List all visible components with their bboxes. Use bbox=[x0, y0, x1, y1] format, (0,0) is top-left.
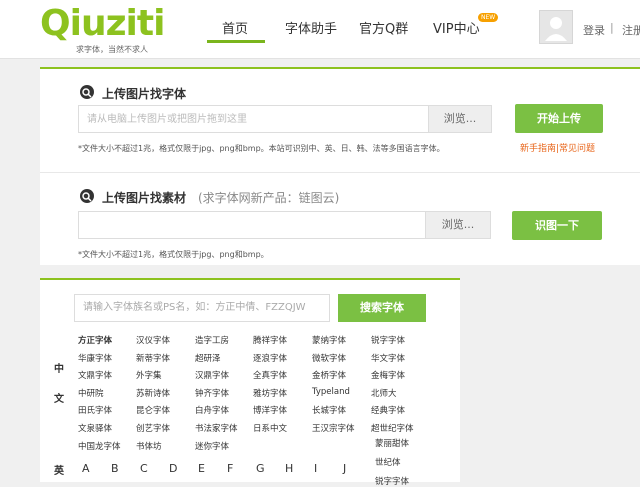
material-image-input[interactable] bbox=[78, 211, 428, 239]
font-category-link[interactable]: 华文字体 bbox=[371, 352, 405, 364]
font-category-link[interactable]: 书法家字体 bbox=[195, 422, 238, 434]
help-links[interactable]: 新手指南|常见问题 bbox=[520, 141, 595, 154]
font-category-link[interactable]: 雅坊字体 bbox=[253, 387, 287, 399]
font-category-link[interactable]: 文鼎字体 bbox=[78, 369, 112, 381]
nav-font-assistant[interactable]: 字体助手 bbox=[285, 18, 337, 37]
letter-link[interactable]: F bbox=[227, 462, 233, 475]
nav-active-indicator bbox=[207, 40, 265, 43]
search-font-button[interactable]: 搜索字体 bbox=[338, 294, 426, 322]
font-category-link[interactable]: 田氏字体 bbox=[78, 404, 112, 416]
letter-link[interactable]: A bbox=[82, 462, 90, 475]
font-category-link[interactable]: 经典字体 bbox=[371, 404, 405, 416]
logo[interactable]: Qiuziti 求字体，当然不求人 bbox=[40, 3, 170, 55]
upload-material-note: *文件大小不超过1兆，格式仅限于jpg、png和bmp。 bbox=[78, 250, 269, 259]
dropdown-item[interactable]: 蒙丽甜体 bbox=[375, 437, 409, 449]
browse-button-2[interactable]: 浏览... bbox=[425, 211, 491, 239]
font-category-link[interactable]: 蒙纳字体 bbox=[312, 334, 346, 346]
logo-text: Qiuziti bbox=[40, 3, 165, 44]
browse-button[interactable]: 浏览... bbox=[428, 105, 492, 133]
nav-home[interactable]: 首页 bbox=[222, 18, 248, 37]
upload-material-title: 上传图片找素材 bbox=[102, 191, 187, 205]
register-link[interactable]: 注册 bbox=[622, 22, 640, 38]
dropdown-item[interactable]: 锐字字体 bbox=[375, 475, 409, 487]
nav-qq-group[interactable]: 官方Q群 bbox=[359, 18, 408, 37]
category-chinese-label: 中 bbox=[54, 364, 64, 375]
font-category-link[interactable]: 迷你字体 bbox=[195, 440, 229, 452]
font-category-link[interactable]: 超研泽 bbox=[195, 352, 221, 364]
start-upload-button[interactable]: 开始上传 bbox=[515, 104, 603, 133]
font-category-link[interactable]: 创艺字体 bbox=[136, 422, 170, 434]
font-category-link[interactable]: 方正字体 bbox=[78, 334, 112, 346]
section-divider bbox=[40, 172, 640, 173]
dropdown-item[interactable]: 世纪体 bbox=[375, 456, 401, 468]
letter-link[interactable]: C bbox=[140, 462, 148, 475]
font-dropdown: 蒙丽甜体 世纪体 锐字字体 bbox=[360, 433, 440, 487]
font-category-link[interactable]: 博洋字体 bbox=[253, 404, 287, 416]
font-category-link[interactable]: 白舟字体 bbox=[195, 404, 229, 416]
font-category-link[interactable]: 外字集 bbox=[136, 369, 162, 381]
font-category-link[interactable]: 书体坊 bbox=[136, 440, 162, 452]
font-category-link[interactable]: 北师大 bbox=[371, 387, 397, 399]
font-category-link[interactable]: 金梅字体 bbox=[371, 369, 405, 381]
font-category-link[interactable]: 日系中文 bbox=[253, 422, 287, 434]
category-chinese-label: 文 bbox=[54, 394, 64, 405]
letter-link[interactable]: I bbox=[314, 462, 317, 475]
font-category-link[interactable]: 长城字体 bbox=[312, 404, 346, 416]
font-category-link[interactable]: Typeland bbox=[312, 387, 350, 397]
font-category-link[interactable]: 全真字体 bbox=[253, 369, 287, 381]
avatar[interactable] bbox=[539, 10, 573, 44]
font-category-link[interactable]: 王汉宗字体 bbox=[312, 422, 355, 434]
letter-link[interactable]: G bbox=[256, 462, 265, 475]
font-category-link[interactable]: 逐浪字体 bbox=[253, 352, 287, 364]
new-badge: NEW bbox=[478, 13, 499, 22]
font-category-link[interactable]: 汉鼎字体 bbox=[195, 369, 229, 381]
letter-link[interactable]: J bbox=[343, 462, 346, 475]
logo-slogan: 求字体，当然不求人 bbox=[76, 45, 148, 54]
login-link[interactable]: 登录 bbox=[583, 22, 605, 38]
font-category-link[interactable]: 腾祥字体 bbox=[253, 334, 287, 346]
font-category-link[interactable]: 金桥字体 bbox=[312, 369, 346, 381]
upload-material-subtitle: (求字体网新产品：链图云) bbox=[198, 191, 340, 205]
font-category-link[interactable]: 中国龙字体 bbox=[78, 440, 121, 452]
font-category-link[interactable]: 微软字体 bbox=[312, 352, 346, 364]
letter-link[interactable]: D bbox=[169, 462, 177, 475]
font-image-input[interactable]: 请从电脑上传图片或把图片拖到这里 bbox=[78, 105, 430, 133]
font-category-link[interactable]: 中研院 bbox=[78, 387, 104, 399]
top-header: Qiuziti 求字体，当然不求人 首页 字体助手 官方Q群 VIP中心 NEW… bbox=[0, 0, 640, 59]
font-category-link[interactable]: 造字工房 bbox=[195, 334, 229, 346]
user-icon bbox=[545, 17, 567, 41]
font-category-link[interactable]: 新蒂字体 bbox=[136, 352, 170, 364]
recognize-button[interactable]: 识图一下 bbox=[512, 211, 602, 240]
font-category-link[interactable]: 华康字体 bbox=[78, 352, 112, 364]
font-category-link[interactable]: 昆仑字体 bbox=[136, 404, 170, 416]
font-category-link[interactable]: 锐字字体 bbox=[371, 334, 405, 346]
font-category-link[interactable]: 汉仪字体 bbox=[136, 334, 170, 346]
font-category-link[interactable]: 文泉驿体 bbox=[78, 422, 112, 434]
search-icon bbox=[80, 189, 94, 203]
category-english-label: 英 bbox=[54, 466, 64, 477]
nav-vip-center[interactable]: VIP中心 bbox=[433, 18, 480, 37]
search-icon bbox=[80, 85, 94, 99]
font-category-link[interactable]: 钟齐字体 bbox=[195, 387, 229, 399]
upload-card: 上传图片找字体 请从电脑上传图片或把图片拖到这里 浏览... 开始上传 *文件大… bbox=[40, 67, 640, 265]
font-category-link[interactable]: 苏新诗体 bbox=[136, 387, 170, 399]
upload-font-title: 上传图片找字体 bbox=[102, 87, 187, 101]
letter-link[interactable]: E bbox=[198, 462, 205, 475]
letter-link[interactable]: H bbox=[285, 462, 293, 475]
upload-font-note: *文件大小不超过1兆，格式仅限于jpg、png和bmp。本站可识别中、英、日、韩… bbox=[78, 144, 445, 153]
separator: | bbox=[610, 21, 614, 34]
font-search-input[interactable]: 请输入字体族名或PS名，如：方正中倩、FZZQJW bbox=[74, 294, 330, 322]
letter-link[interactable]: B bbox=[111, 462, 119, 475]
